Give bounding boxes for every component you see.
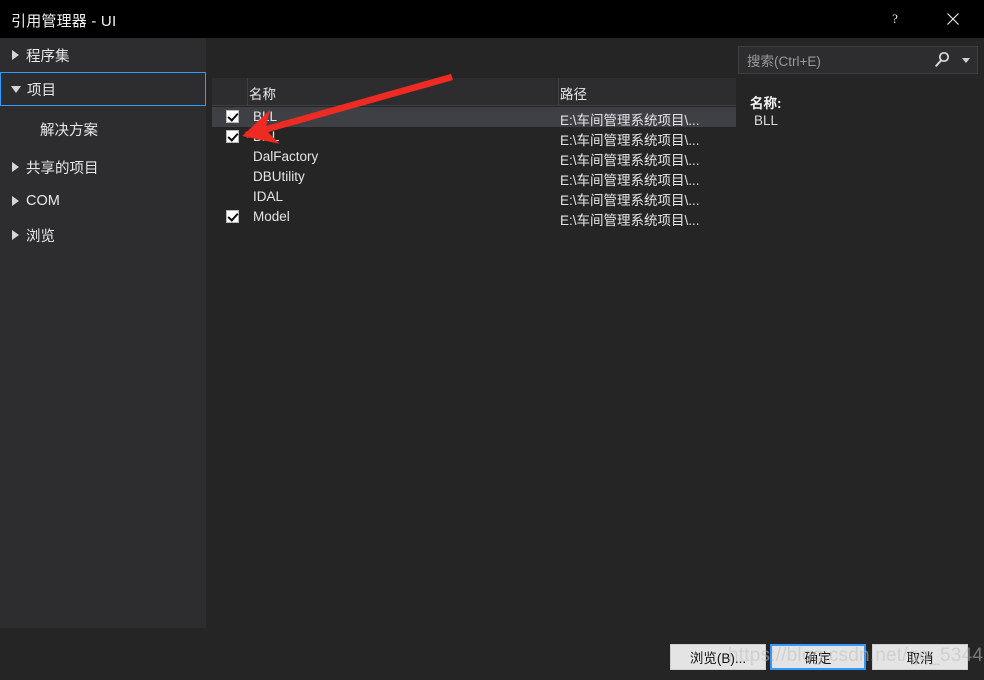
- column-header-name[interactable]: 名称: [249, 83, 276, 103]
- close-button[interactable]: [930, 0, 976, 38]
- row-path: E:\车间管理系统项目\...: [560, 193, 700, 208]
- row-name: DBUtility: [253, 169, 305, 184]
- cancel-button[interactable]: 取消: [872, 644, 968, 670]
- row-name: BLL: [253, 109, 278, 124]
- row-path: E:\车间管理系统项目\...: [560, 153, 700, 168]
- category-sidebar: 程序集 项目 解决方案 共享的项目 COM 浏览: [0, 38, 206, 628]
- reference-list-panel: 名称 路径 BLL E:\车间管理系统项目\... DAL E:\车间管理系统项…: [212, 78, 736, 628]
- row-path: E:\车间管理系统项目\...: [560, 113, 700, 128]
- column-header-path[interactable]: 路径: [560, 83, 587, 103]
- sidebar-item-shared-projects[interactable]: 共享的项目: [0, 150, 206, 184]
- table-row[interactable]: Model E:\车间管理系统项目\...: [212, 207, 736, 228]
- chevron-down-icon[interactable]: [962, 58, 970, 63]
- question-mark-icon: ?: [892, 12, 898, 26]
- sidebar-item-label: 项目: [27, 82, 56, 99]
- detail-panel: 名称: BLL: [738, 82, 984, 628]
- detail-name-label: 名称:: [750, 96, 782, 111]
- row-path: E:\车间管理系统项目\...: [560, 133, 700, 148]
- table-row[interactable]: DBUtility E:\车间管理系统项目\...: [212, 167, 736, 188]
- search-icon[interactable]: [933, 51, 951, 69]
- column-header-checkbox[interactable]: [212, 78, 248, 105]
- sidebar-item-solution[interactable]: 解决方案: [0, 112, 206, 146]
- sidebar-item-browse[interactable]: 浏览: [0, 218, 206, 252]
- title-bar: 引用管理器 - UI ?: [0, 0, 984, 38]
- list-header-row: 名称 路径: [212, 78, 736, 106]
- table-row[interactable]: IDAL E:\车间管理系统项目\...: [212, 187, 736, 208]
- close-icon: [947, 13, 959, 25]
- chevron-down-icon: [1, 85, 27, 93]
- help-button[interactable]: ?: [872, 0, 918, 38]
- sidebar-item-label: 浏览: [26, 228, 55, 245]
- table-row[interactable]: DAL E:\车间管理系统项目\...: [212, 127, 736, 148]
- ok-button[interactable]: 确定: [770, 644, 866, 670]
- row-name: DAL: [253, 129, 280, 144]
- chevron-right-icon: [0, 50, 26, 60]
- table-row[interactable]: BLL E:\车间管理系统项目\...: [212, 107, 736, 128]
- detail-name-value: BLL: [754, 113, 779, 128]
- browse-button[interactable]: 浏览(B)...: [670, 644, 766, 670]
- row-path: E:\车间管理系统项目\...: [560, 173, 700, 188]
- row-name: Model: [253, 209, 290, 224]
- row-checkbox[interactable]: [226, 110, 239, 123]
- sidebar-item-com[interactable]: COM: [0, 184, 206, 218]
- chevron-right-icon: [0, 196, 26, 206]
- sidebar-item-label: 解决方案: [40, 122, 98, 139]
- row-name: IDAL: [253, 189, 284, 204]
- row-name: DalFactory: [253, 149, 319, 164]
- chevron-right-icon: [0, 162, 26, 172]
- sidebar-item-label: COM: [26, 193, 60, 209]
- chevron-right-icon: [0, 230, 26, 240]
- svg-text:?: ?: [892, 12, 898, 26]
- column-divider[interactable]: [558, 78, 559, 105]
- row-path: E:\车间管理系统项目\...: [560, 213, 700, 228]
- table-row[interactable]: DalFactory E:\车间管理系统项目\...: [212, 147, 736, 168]
- reference-list-rows: BLL E:\车间管理系统项目\... DAL E:\车间管理系统项目\... …: [212, 107, 736, 228]
- row-checkbox[interactable]: [226, 210, 239, 223]
- sidebar-item-projects[interactable]: 项目: [0, 72, 206, 106]
- sidebar-item-label: 程序集: [26, 48, 70, 65]
- sidebar-item-assemblies[interactable]: 程序集: [0, 38, 206, 72]
- search-box[interactable]: [738, 46, 978, 74]
- reference-manager-dialog: 引用管理器 - UI ? 程序集 项目 解决方案 共享的项目 COM 浏览 名称…: [0, 0, 984, 680]
- row-checkbox[interactable]: [226, 130, 239, 143]
- sidebar-item-label: 共享的项目: [26, 160, 99, 177]
- window-title: 引用管理器 - UI: [11, 13, 117, 30]
- search-input[interactable]: [745, 51, 939, 71]
